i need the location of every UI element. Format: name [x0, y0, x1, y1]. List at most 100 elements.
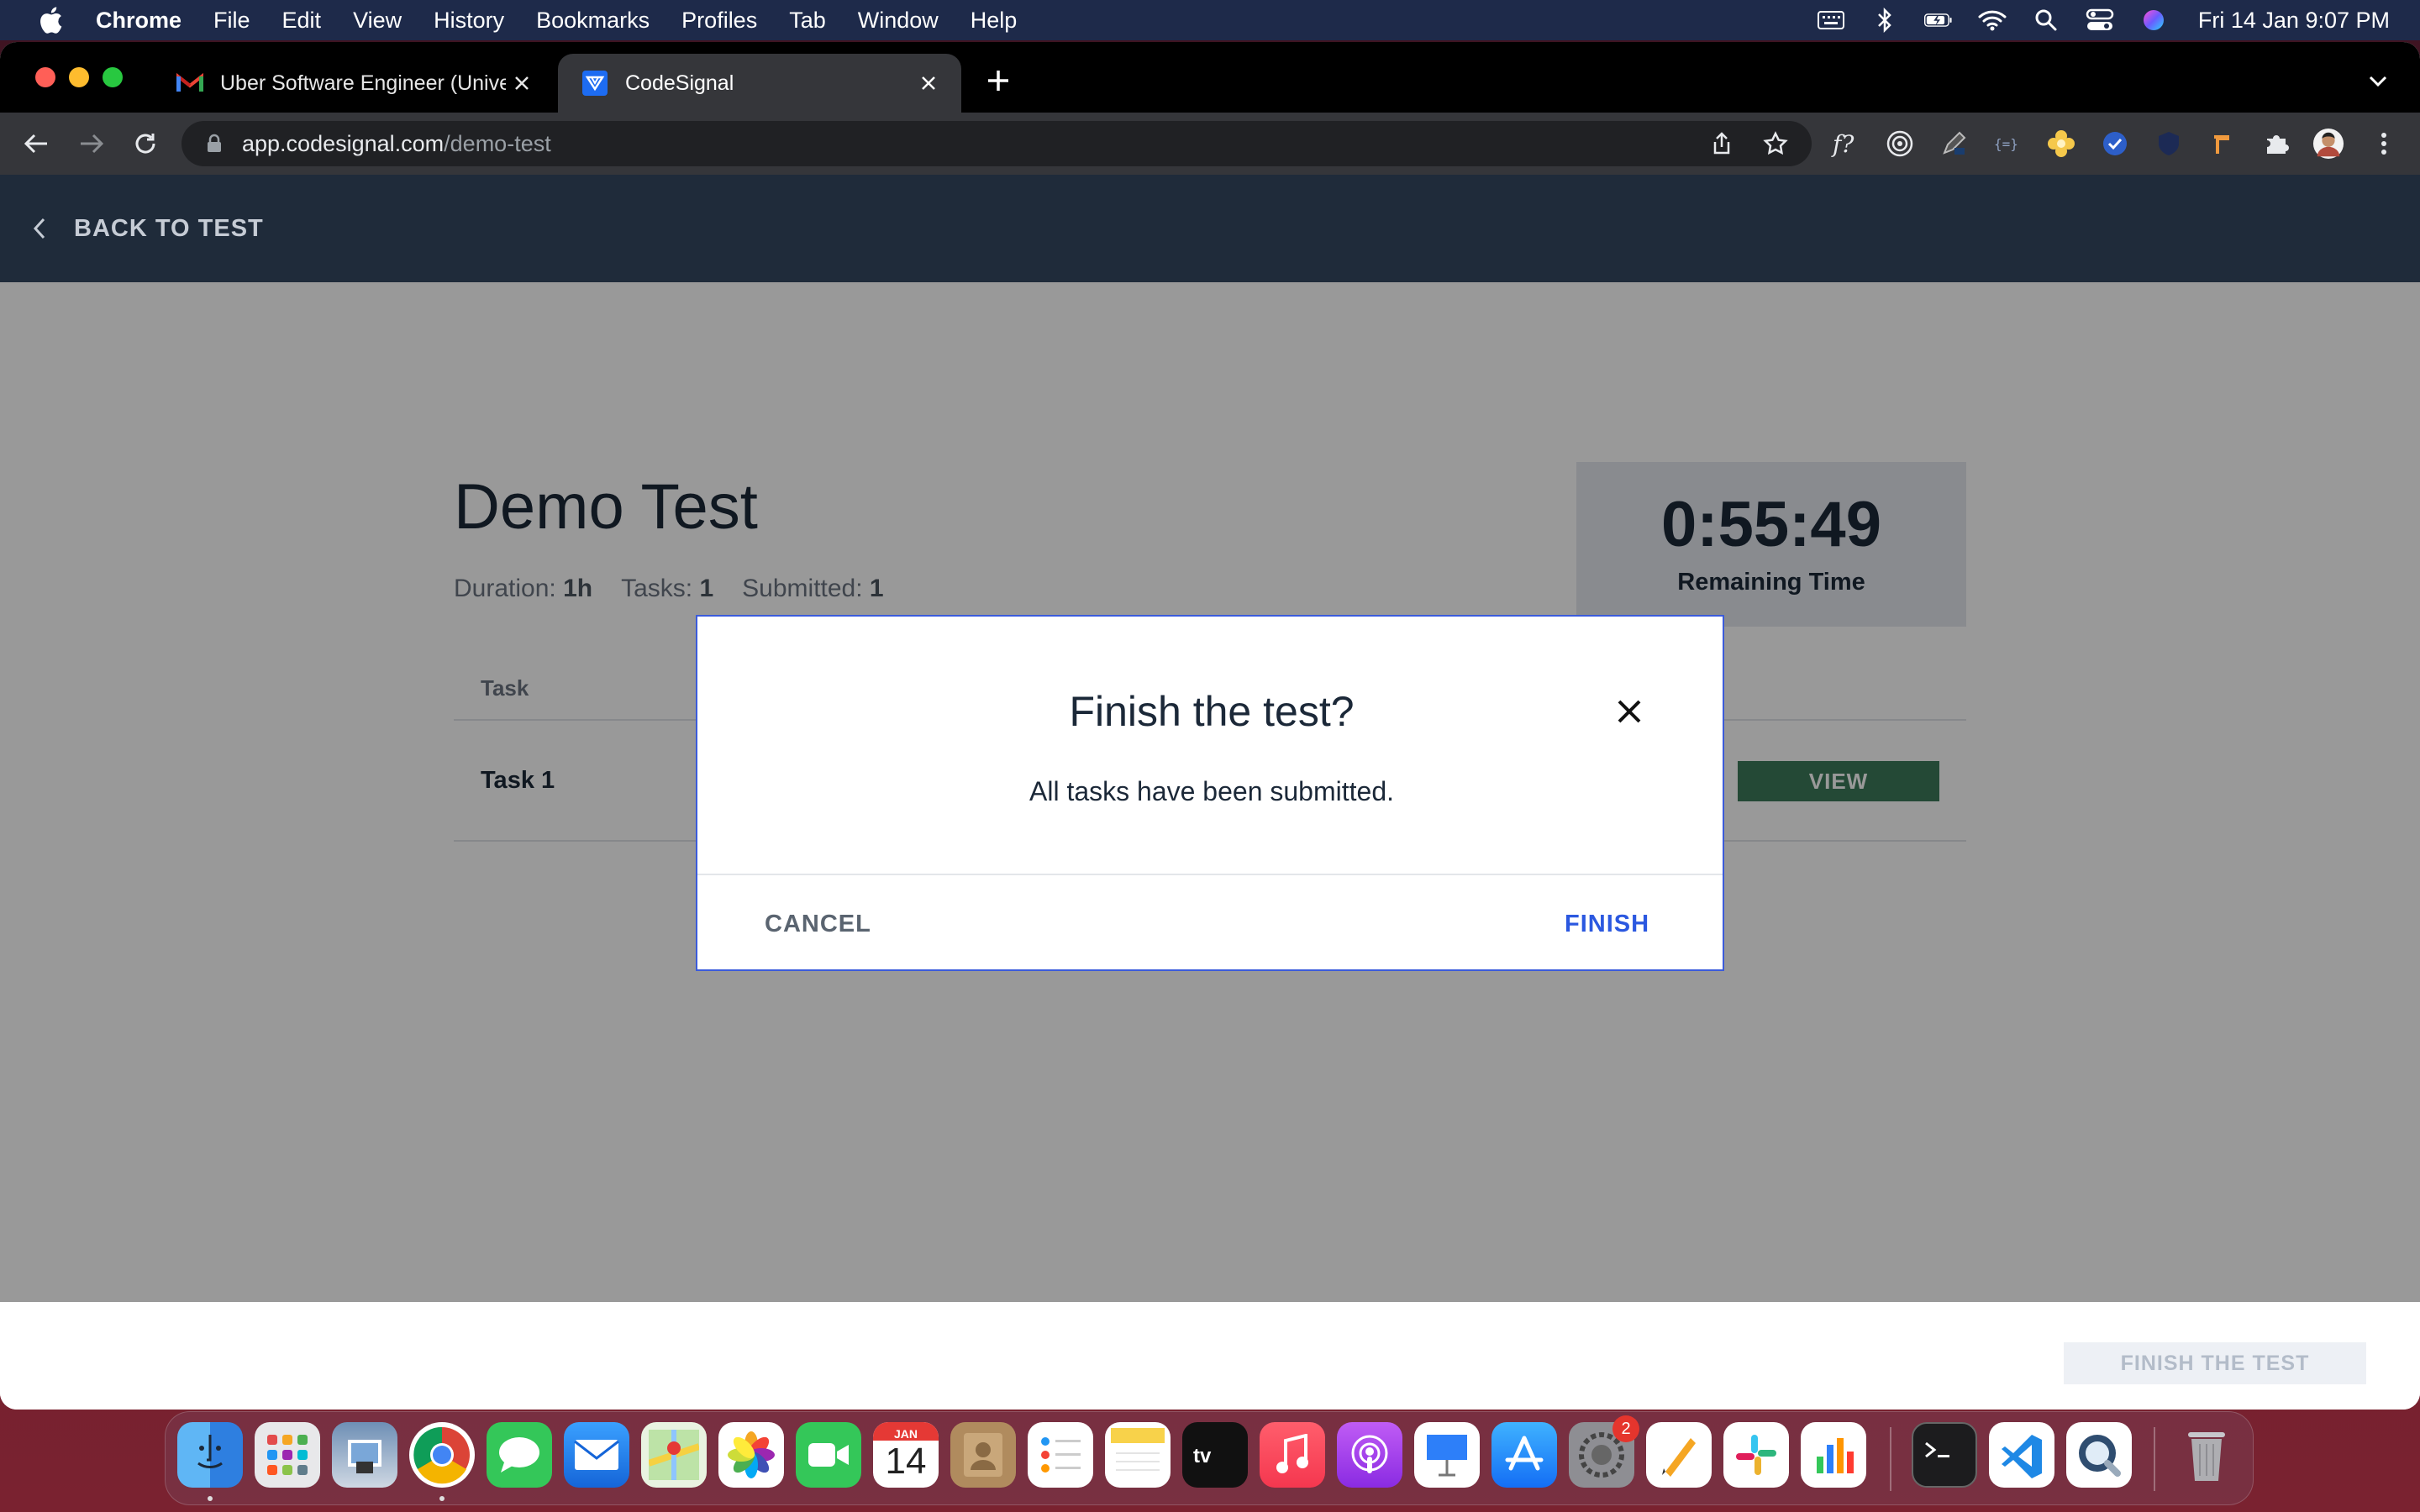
battery-icon[interactable]: [1923, 6, 1953, 34]
apple-tv-icon[interactable]: tv: [1182, 1422, 1248, 1488]
mail-icon[interactable]: [564, 1422, 629, 1488]
pen-extension-icon[interactable]: [1938, 128, 1970, 160]
close-window-button[interactable]: [35, 67, 55, 87]
menu-app-name[interactable]: Chrome: [96, 8, 182, 34]
chrome-menu-icon[interactable]: [2368, 128, 2400, 160]
bookmark-star-icon[interactable]: [1763, 131, 1788, 156]
messages-icon[interactable]: [487, 1422, 552, 1488]
close-icon[interactable]: [1613, 696, 1645, 727]
address-bar[interactable]: app.codesignal.com/demo-test: [182, 121, 1812, 166]
back-arrow-icon[interactable]: [20, 128, 52, 160]
calendar-day: 14: [885, 1441, 927, 1482]
finish-test-dialog: Finish the test? All tasks have been sub…: [696, 615, 1724, 971]
reminders-icon[interactable]: [1028, 1422, 1093, 1488]
browser-toolbar: app.codesignal.com/demo-test f? {=}: [0, 113, 2420, 175]
menu-window[interactable]: Window: [858, 8, 939, 34]
reload-icon[interactable]: [129, 128, 161, 160]
bluetooth-icon[interactable]: [1870, 6, 1899, 34]
siri-icon[interactable]: [2139, 6, 2168, 34]
close-tab-icon[interactable]: [509, 71, 534, 96]
terminal-icon[interactable]: [1912, 1422, 1977, 1488]
menu-edit[interactable]: Edit: [282, 8, 322, 34]
dock-separator: [2154, 1427, 2155, 1491]
contacts-icon[interactable]: [950, 1422, 1016, 1488]
tab-search-chevron-icon[interactable]: [2365, 67, 2391, 94]
tab-title: CodeSignal: [625, 71, 734, 95]
url-text: app.codesignal.com/demo-test: [242, 131, 551, 157]
trash-icon[interactable]: [2174, 1422, 2239, 1488]
menu-bar-status-area: Fri 14 Jan 9:07 PM: [1791, 0, 2390, 40]
target-extension-icon[interactable]: [1884, 128, 1916, 160]
running-indicator: [208, 1496, 213, 1501]
podcasts-icon[interactable]: [1337, 1422, 1402, 1488]
close-tab-icon[interactable]: [916, 71, 941, 96]
back-to-test-link[interactable]: BACK TO TEST: [29, 215, 264, 243]
vscode-icon[interactable]: [1989, 1422, 2054, 1488]
check-extension-icon[interactable]: [2099, 128, 2131, 160]
menu-history[interactable]: History: [434, 8, 504, 34]
chrome-icon[interactable]: [409, 1422, 475, 1488]
running-indicator: [439, 1496, 445, 1501]
calendar-icon[interactable]: JAN 14: [873, 1422, 939, 1488]
system-preferences-icon[interactable]: 2: [1569, 1415, 1639, 1488]
formula-extension-icon[interactable]: f?: [1830, 128, 1862, 160]
puzzle-extensions-icon[interactable]: [2260, 128, 2292, 160]
gmail-icon: [176, 70, 203, 97]
control-center-icon[interactable]: [2086, 6, 2114, 34]
spotlight-icon[interactable]: [2032, 6, 2060, 34]
photos-icon[interactable]: [718, 1422, 784, 1488]
shield-extension-icon[interactable]: [2153, 128, 2185, 160]
url-host: app.codesignal.com: [242, 130, 445, 156]
wifi-icon[interactable]: [1978, 6, 2007, 34]
cancel-button[interactable]: CANCEL: [765, 911, 871, 938]
forward-arrow-icon[interactable]: [76, 128, 108, 160]
finish-button[interactable]: FINISH: [1565, 911, 1649, 938]
tab-strip: Uber Software Engineer (Unive CodeSignal: [0, 42, 2420, 113]
lock-icon[interactable]: [202, 131, 227, 156]
pages-icon[interactable]: [1646, 1422, 1712, 1488]
menu-bookmarks[interactable]: Bookmarks: [536, 8, 650, 34]
tab-title: Uber Software Engineer (Unive: [220, 71, 506, 95]
facetime-icon[interactable]: [796, 1422, 861, 1488]
finder-icon[interactable]: [177, 1422, 243, 1488]
app-store-icon[interactable]: [1491, 1422, 1557, 1488]
menu-bar-clock[interactable]: Fri 14 Jan 9:07 PM: [2198, 8, 2390, 34]
svg-text:tv: tv: [1193, 1445, 1212, 1467]
menu-help[interactable]: Help: [971, 8, 1018, 34]
json-extension-icon[interactable]: {=}: [1991, 128, 2023, 160]
profile-avatar-icon[interactable]: [2312, 128, 2344, 160]
dialog-title: Finish the test?: [1069, 688, 1355, 735]
flower-extension-icon[interactable]: [2045, 128, 2077, 160]
slack-icon[interactable]: [1723, 1422, 1789, 1488]
back-to-test-label: BACK TO TEST: [74, 214, 264, 242]
codesignal-icon: [581, 70, 608, 97]
hammer-extension-icon[interactable]: [2207, 128, 2238, 160]
share-icon[interactable]: [1709, 131, 1734, 156]
maps-icon[interactable]: [641, 1422, 707, 1488]
menu-tab[interactable]: Tab: [789, 8, 826, 34]
menu-file[interactable]: File: [213, 8, 250, 34]
new-tab-icon[interactable]: [983, 66, 1013, 96]
zoom-window-button[interactable]: [103, 67, 123, 87]
tab-gmail[interactable]: Uber Software Engineer (Unive: [153, 54, 555, 113]
apple-logo-icon[interactable]: [34, 3, 67, 37]
menu-profiles[interactable]: Profiles: [681, 8, 757, 34]
menu-view[interactable]: View: [353, 8, 402, 34]
launchpad-icon[interactable]: [255, 1422, 320, 1488]
svg-text:f?: f?: [1831, 130, 1854, 157]
notes-icon[interactable]: [1105, 1422, 1171, 1488]
dock-separator: [1890, 1427, 1891, 1491]
keynote-icon[interactable]: [1414, 1422, 1480, 1488]
tab-codesignal[interactable]: CodeSignal: [558, 54, 961, 113]
chevron-left-icon: [29, 218, 50, 239]
dialog-divider: [697, 874, 1723, 875]
keyboard-icon[interactable]: [1817, 6, 1845, 34]
numbers-icon[interactable]: [1801, 1422, 1866, 1488]
quicktime-icon[interactable]: [2066, 1422, 2132, 1488]
finish-the-test-button[interactable]: FINISH THE TEST: [2064, 1342, 2366, 1384]
preview-icon[interactable]: [332, 1422, 397, 1488]
music-icon[interactable]: [1260, 1422, 1325, 1488]
minimize-window-button[interactable]: [69, 67, 89, 87]
page-header: BACK TO TEST: [0, 175, 2420, 282]
url-path: /demo-test: [444, 130, 551, 156]
